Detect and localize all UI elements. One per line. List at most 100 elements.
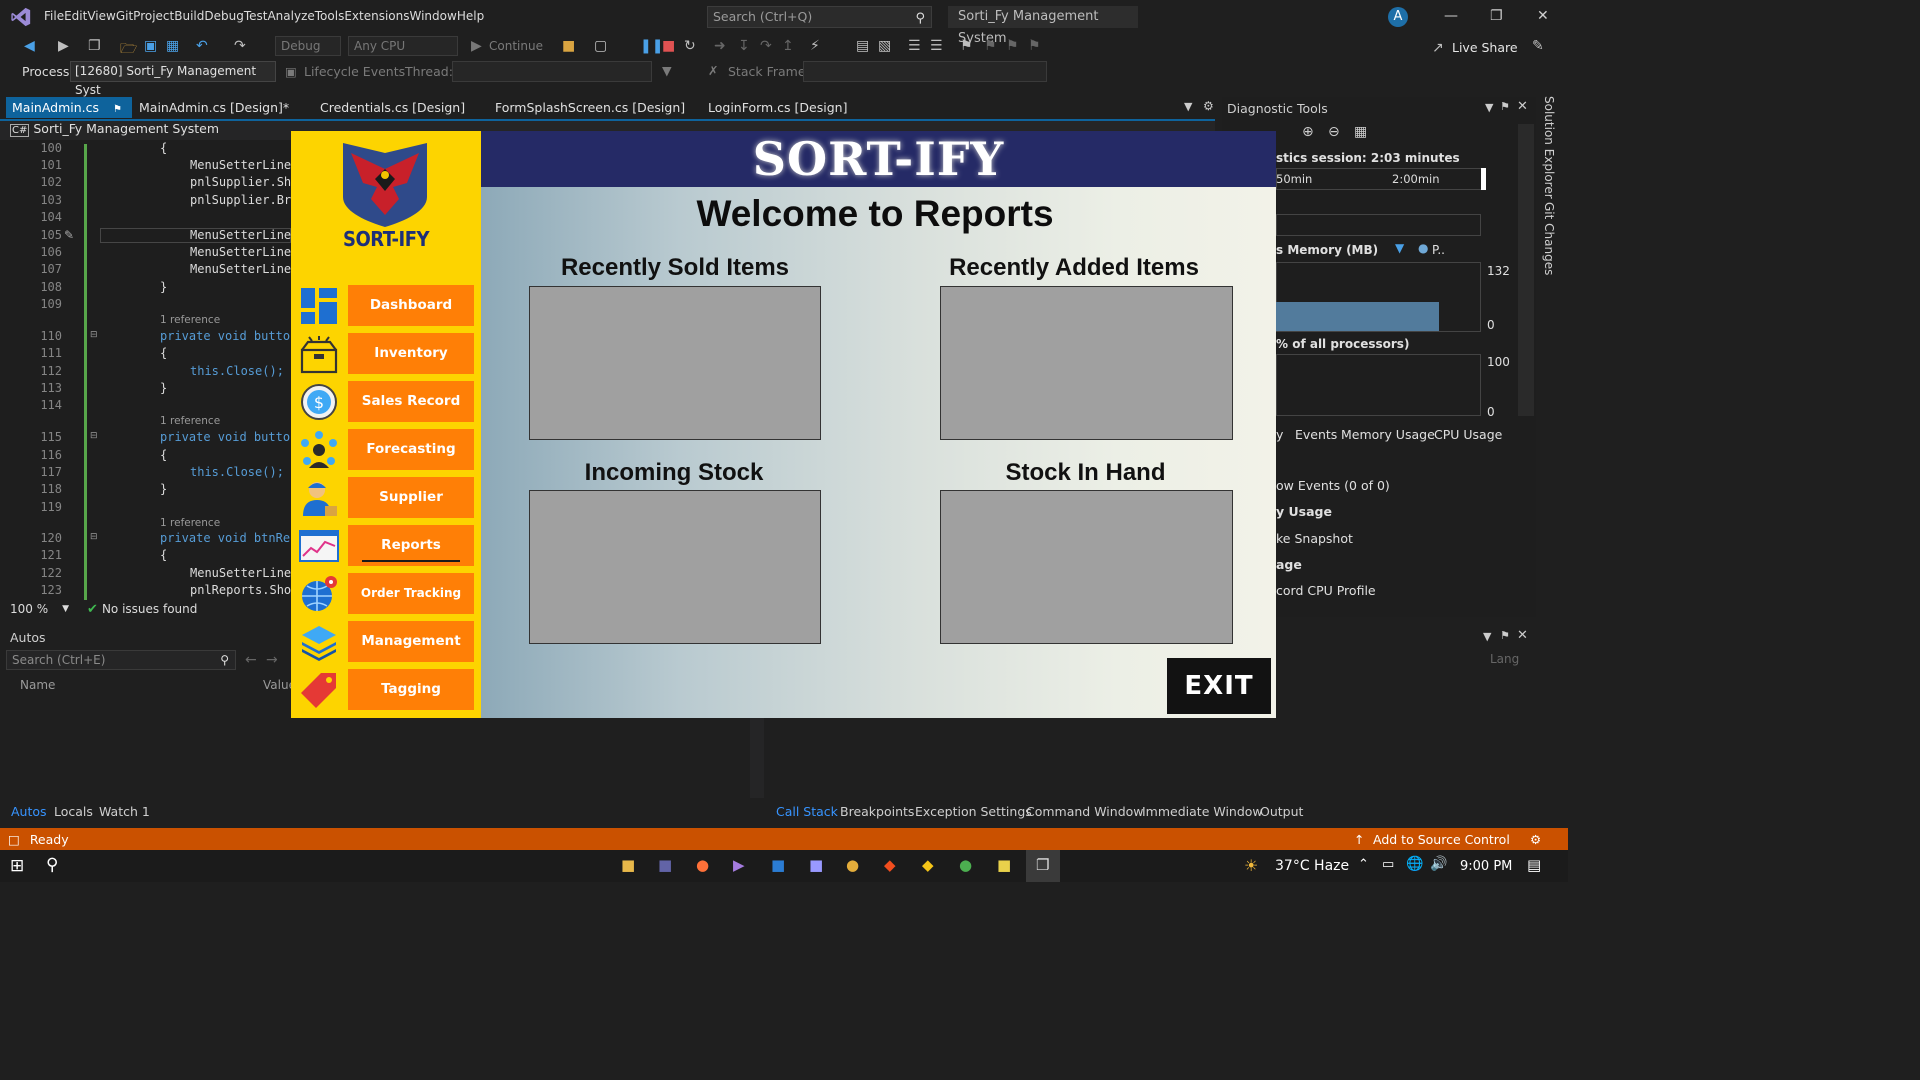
nav-supplier-button[interactable]: Supplier [348, 477, 474, 518]
timeline-cursor[interactable] [1481, 168, 1486, 190]
pin-icon[interactable]: ⚑ [113, 104, 122, 115]
tab-command-window[interactable]: Command Window [1026, 804, 1144, 819]
step-into-icon[interactable]: ↧ [738, 38, 750, 54]
search-icon[interactable]: ⚲ [46, 855, 58, 875]
tab-mainadmin-cs[interactable]: MainAdmin.cs ⚑ ✕ [6, 97, 132, 138]
thread-dropdown[interactable] [452, 61, 652, 82]
close-panel-icon[interactable]: ✕ [1517, 628, 1528, 643]
recently-sold-grid[interactable] [529, 286, 821, 440]
reference-codelens[interactable]: 1 reference [160, 517, 220, 529]
continue-button[interactable]: Continue [489, 39, 543, 53]
cpu-graph[interactable] [1276, 354, 1481, 416]
project-nav-dropdown[interactable]: C# Sorti_Fy Management System [10, 121, 219, 137]
config-dropdown[interactable]: Debug [275, 36, 341, 56]
menu-extensions[interactable]: Extensions [344, 9, 409, 23]
new-project-icon[interactable]: ❐ [88, 38, 101, 54]
notification-center-icon[interactable]: ▤ [1527, 856, 1541, 874]
menu-file[interactable]: File [44, 9, 64, 23]
close-icon[interactable]: ✕ [1537, 8, 1549, 24]
menu-analyze[interactable]: Analyze [267, 9, 314, 23]
solution-explorer-tab[interactable]: Solution Explorer [1542, 96, 1556, 199]
add-source-control-button[interactable]: Add to Source Control [1373, 832, 1510, 847]
restart-icon[interactable]: ↻ [684, 38, 696, 54]
back-arrow-icon[interactable]: ← [245, 652, 257, 668]
tab-exception-settings[interactable]: Exception Settings [915, 804, 1032, 819]
stop-icon[interactable]: ■ [662, 38, 675, 54]
game-icon[interactable]: ● [959, 856, 972, 874]
step-out-icon[interactable]: ↥ [782, 38, 794, 54]
figma-icon[interactable]: ◆ [884, 856, 896, 874]
sketch-icon[interactable]: ◆ [922, 856, 934, 874]
network-icon[interactable]: 🌐 [1406, 856, 1423, 872]
premiere-icon[interactable]: ■ [809, 856, 823, 874]
notes-icon[interactable]: ■ [997, 856, 1011, 874]
tab-autos[interactable]: Autos [11, 804, 47, 819]
recently-added-grid[interactable] [940, 286, 1233, 440]
window-icon[interactable]: ▢ [594, 38, 607, 54]
tab-cpu-usage[interactable]: CPU Usage [1434, 427, 1502, 442]
avatar[interactable]: A [1388, 7, 1408, 27]
minimize-icon[interactable]: — [1444, 8, 1458, 24]
tray-chevron-icon[interactable]: ⌃ [1358, 857, 1369, 872]
weather-text[interactable]: 37°C Haze [1275, 858, 1349, 874]
issues-status[interactable]: No issues found [102, 602, 197, 616]
menu-project[interactable]: Project [133, 9, 174, 23]
stack-frame-dropdown[interactable] [803, 61, 1047, 82]
uncomment-icon[interactable]: ☰ [930, 38, 943, 54]
feedback-icon[interactable]: ✎ [1532, 38, 1544, 54]
notifications-icon[interactable]: ⚙ [1530, 832, 1541, 847]
menu-build[interactable]: Build [174, 9, 204, 23]
step-over-icon[interactable]: ↷ [760, 38, 772, 54]
collapse-icon[interactable]: ⊟ [90, 532, 98, 542]
undo-icon[interactable]: ↶ [196, 38, 208, 54]
pin-icon[interactable]: ⚑ [1500, 100, 1510, 113]
step-icon[interactable]: ➜ [714, 38, 726, 54]
hot-reload-icon[interactable]: ⚡ [810, 38, 820, 54]
nav-dashboard-button[interactable]: Dashboard [348, 285, 474, 326]
reference-codelens[interactable]: 1 reference [160, 415, 220, 427]
live-share-button[interactable]: Live Share [1452, 40, 1518, 55]
back-icon[interactable]: ◀ [24, 38, 35, 54]
save-icon[interactable]: ▣ [144, 38, 157, 54]
nav-inventory-button[interactable]: Inventory [348, 333, 474, 374]
exit-button[interactable]: EXIT [1167, 658, 1271, 714]
teams-icon[interactable]: ■ [658, 856, 672, 874]
battery-icon[interactable]: ▭ [1382, 857, 1394, 872]
nav-management-button[interactable]: Management [348, 621, 474, 662]
forward-arrow-icon[interactable]: → [266, 652, 278, 668]
zoom-in-icon[interactable]: ⊕ [1302, 124, 1314, 140]
menu-tools[interactable]: Tools [315, 9, 345, 23]
menu-edit[interactable]: Edit [64, 9, 87, 23]
filter-icon[interactable]: ▼ [662, 63, 672, 78]
redo-icon[interactable]: ↷ [234, 38, 246, 54]
tab-memory-usage[interactable]: Memory Usage [1341, 427, 1435, 442]
ide-search-input[interactable]: Search (Ctrl+Q) ⚲ [707, 6, 932, 28]
stack-icon[interactable]: ▧ [878, 38, 891, 54]
tab-watch[interactable]: Watch 1 [99, 804, 150, 819]
diag-row-events[interactable]: ow Events (0 of 0) [1276, 478, 1390, 493]
collapse-icon[interactable]: ⊟ [90, 431, 98, 441]
menu-git[interactable]: Git [116, 9, 133, 23]
lang-column-header[interactable]: Lang [1490, 652, 1519, 666]
nav-order-tracking-button[interactable]: Order Tracking [348, 573, 474, 614]
prev-bookmark-icon[interactable]: ⚑ [984, 38, 997, 54]
tab-summary[interactable]: y [1276, 427, 1283, 442]
app-icon[interactable]: ● [846, 856, 859, 874]
tab-events[interactable]: Events [1295, 427, 1337, 442]
collapse-icon[interactable]: ⊟ [90, 330, 98, 340]
tab-login-design[interactable]: LoginForm.cs [Design] [708, 97, 847, 118]
word-icon[interactable]: ■ [771, 856, 785, 874]
nav-tagging-button[interactable]: Tagging [348, 669, 474, 710]
menu-window[interactable]: Window [410, 9, 457, 23]
tab-credentials-design[interactable]: Credentials.cs [Design] [320, 97, 465, 118]
autos-name-header[interactable]: Name [20, 678, 55, 692]
process-icon[interactable]: ■ [562, 38, 575, 54]
running-app-icon[interactable]: ❐ [1036, 856, 1049, 874]
incoming-stock-grid[interactable] [529, 490, 821, 644]
diagnostic-scrollbar[interactable] [1518, 124, 1534, 416]
autos-search-input[interactable]: Search (Ctrl+E) ⚲ [6, 650, 236, 670]
open-folder-icon[interactable]: 🗁 [120, 38, 137, 62]
firefox-icon[interactable]: ● [696, 856, 709, 874]
next-bookmark-icon[interactable]: ⚑ [1006, 38, 1019, 54]
stock-in-hand-grid[interactable] [940, 490, 1233, 644]
